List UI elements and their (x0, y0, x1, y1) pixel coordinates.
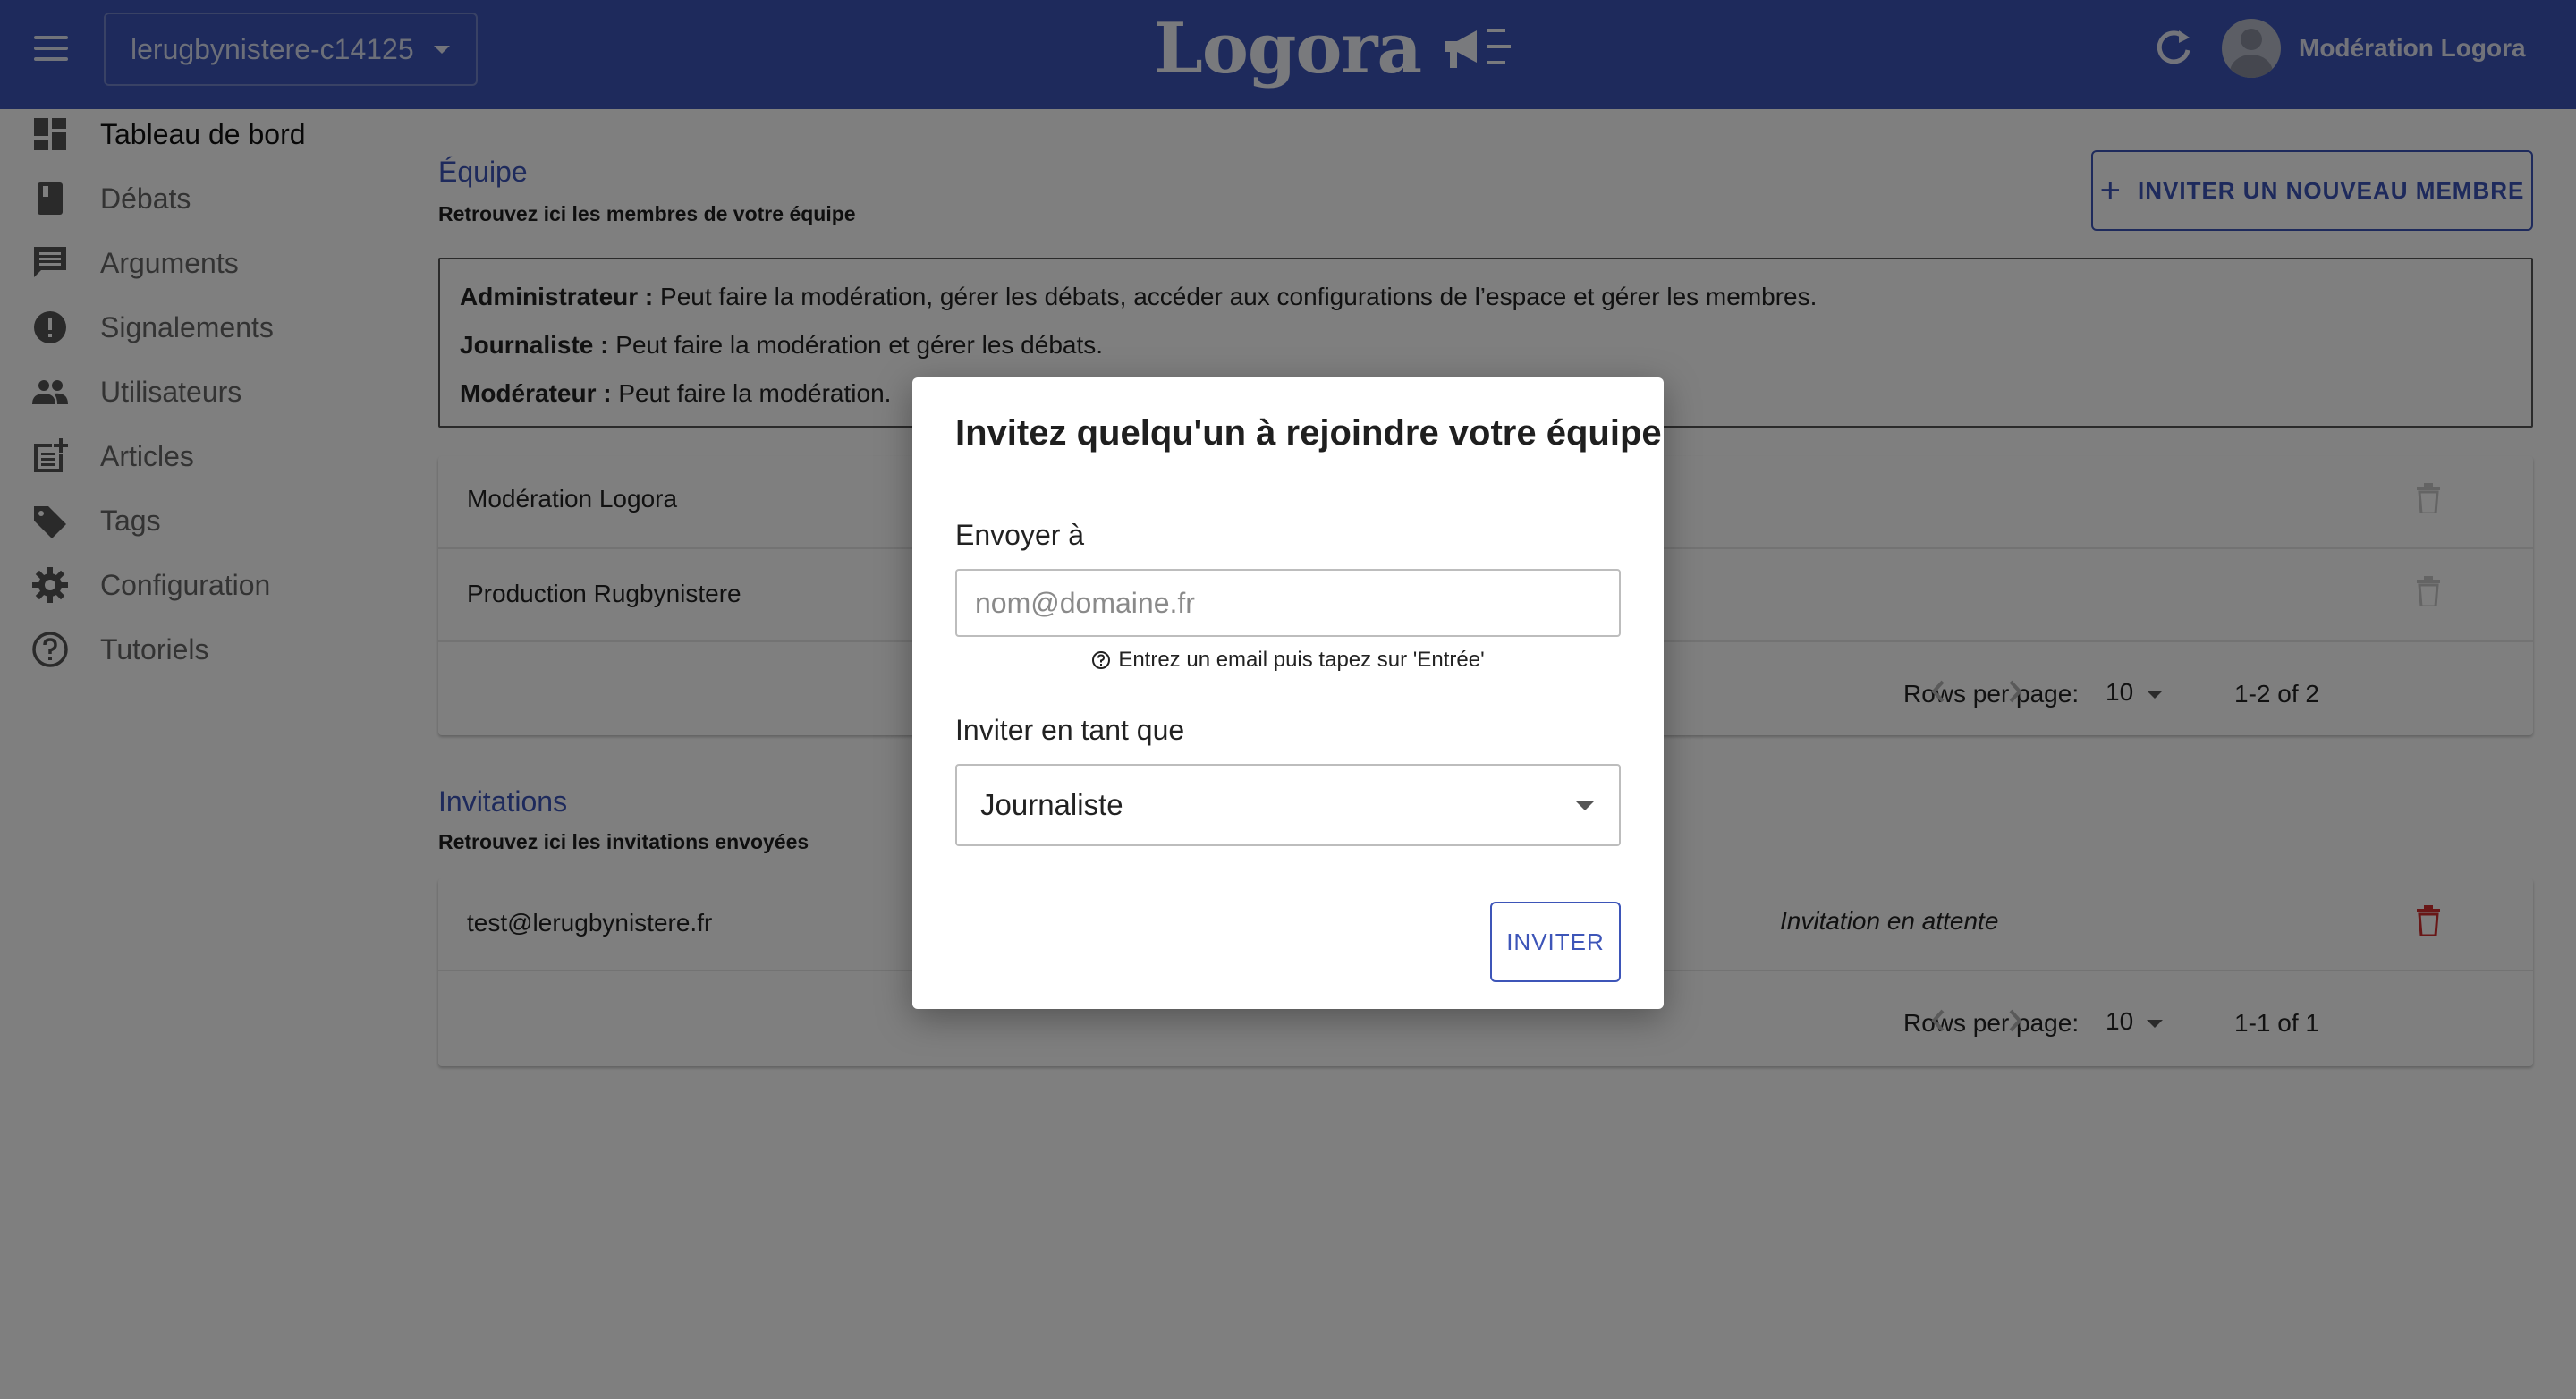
email-hint: Entrez un email puis tapez sur 'Entrée' (912, 648, 1664, 673)
email-hint-text: Entrez un email puis tapez sur 'Entrée' (1118, 648, 1485, 672)
invite-submit-button[interactable]: INVITER (1490, 902, 1621, 982)
role-label: Inviter en tant que (955, 714, 1185, 746)
email-field[interactable] (955, 569, 1621, 637)
help-icon (1092, 651, 1111, 669)
send-to-label: Envoyer à (955, 519, 1085, 551)
role-select[interactable]: Journaliste (955, 764, 1621, 846)
invite-dialog: Invitez quelqu'un à rejoindre votre équi… (912, 377, 1664, 1009)
role-select-value: Journaliste (980, 788, 1123, 821)
dialog-title: Invitez quelqu'un à rejoindre votre équi… (955, 413, 1662, 453)
chevron-down-icon (1576, 801, 1594, 810)
